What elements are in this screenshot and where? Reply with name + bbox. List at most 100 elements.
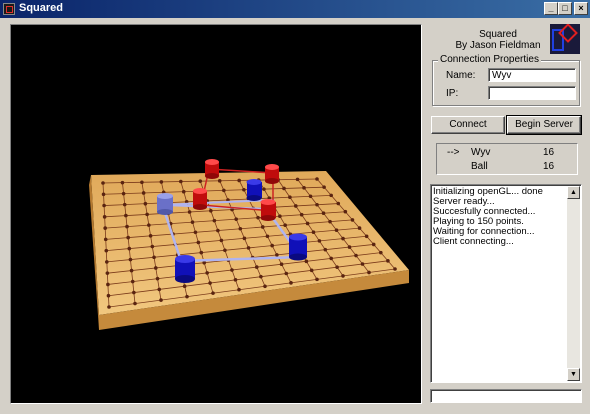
board-intersection[interactable] xyxy=(367,270,371,275)
board-intersection[interactable] xyxy=(315,177,319,181)
board-intersection[interactable] xyxy=(103,237,108,242)
board-intersection[interactable] xyxy=(196,240,201,245)
board-intersection[interactable] xyxy=(386,259,390,263)
board-intersection[interactable] xyxy=(152,255,156,260)
board-intersection[interactable] xyxy=(364,234,369,239)
board-intersection[interactable] xyxy=(219,238,224,243)
board-intersection[interactable] xyxy=(128,257,133,262)
board-intersection[interactable] xyxy=(211,291,215,295)
board-intersection[interactable] xyxy=(182,284,187,289)
board-intersection[interactable] xyxy=(198,179,203,183)
board-intersection[interactable] xyxy=(122,202,127,207)
board-intersection[interactable] xyxy=(217,179,222,183)
board-intersection[interactable] xyxy=(279,262,284,267)
board-intersection[interactable] xyxy=(379,250,383,255)
board-intersection[interactable] xyxy=(129,268,134,273)
board-intersection[interactable] xyxy=(107,305,111,309)
board-intersection[interactable] xyxy=(190,220,195,224)
blue-piece-light[interactable] xyxy=(157,193,173,215)
blue-piece[interactable] xyxy=(289,233,307,261)
board-intersection[interactable] xyxy=(256,215,260,220)
board-intersection[interactable] xyxy=(305,221,310,226)
board-intersection[interactable] xyxy=(102,203,106,208)
board-intersection[interactable] xyxy=(336,201,341,206)
board-intersection[interactable] xyxy=(393,267,397,271)
message-log[interactable]: Initializing openGL... done Server ready… xyxy=(430,184,582,383)
board-intersection[interactable] xyxy=(309,268,314,273)
board-intersection[interactable] xyxy=(259,274,263,279)
board-intersection[interactable] xyxy=(179,179,183,184)
board-intersection[interactable] xyxy=(159,180,164,184)
board-intersection[interactable] xyxy=(120,180,125,185)
board-intersection[interactable] xyxy=(155,276,160,281)
board-intersection[interactable] xyxy=(104,248,109,253)
red-piece[interactable] xyxy=(193,188,207,210)
board-intersection[interactable] xyxy=(105,260,109,264)
board-intersection[interactable] xyxy=(187,210,192,214)
board-intersection[interactable] xyxy=(237,287,241,292)
board-intersection[interactable] xyxy=(360,262,365,266)
board-intersection[interactable] xyxy=(157,287,162,292)
minimize-button[interactable]: _ xyxy=(544,2,558,15)
board-intersection[interactable] xyxy=(102,215,107,219)
board-intersection[interactable] xyxy=(283,223,287,228)
board-intersection[interactable] xyxy=(246,246,251,250)
begin-server-button[interactable]: Begin Server xyxy=(506,115,582,135)
board-intersection[interactable] xyxy=(284,271,289,276)
board-intersection[interactable] xyxy=(106,293,111,298)
board-intersection[interactable] xyxy=(237,178,241,183)
board-intersection[interactable] xyxy=(150,244,155,249)
board-intersection[interactable] xyxy=(125,224,129,229)
board-intersection[interactable] xyxy=(208,281,212,285)
maximize-button[interactable]: □ xyxy=(558,2,572,15)
board-intersection[interactable] xyxy=(130,279,135,284)
board-intersection[interactable] xyxy=(322,185,326,189)
board-intersection[interactable] xyxy=(293,204,298,208)
board-intersection[interactable] xyxy=(205,271,209,275)
log-scrollbar[interactable]: ▲ ▼ xyxy=(567,186,580,381)
board-intersection[interactable] xyxy=(254,265,259,269)
board-intersection[interactable] xyxy=(270,243,274,248)
board-intersection[interactable] xyxy=(317,239,322,243)
board-intersection[interactable] xyxy=(299,212,304,217)
board-intersection[interactable] xyxy=(216,228,220,233)
board-intersection[interactable] xyxy=(289,281,293,285)
down-arrow-icon[interactable]: ▼ xyxy=(567,368,580,381)
board-intersection[interactable] xyxy=(265,234,270,239)
ip-field[interactable] xyxy=(488,86,576,100)
board-intersection[interactable] xyxy=(238,226,243,231)
close-button[interactable]: × xyxy=(574,2,588,15)
board-intersection[interactable] xyxy=(242,187,246,192)
board-intersection[interactable] xyxy=(328,219,332,224)
board-intersection[interactable] xyxy=(233,278,238,282)
board-intersection[interactable] xyxy=(193,230,198,235)
board-intersection[interactable] xyxy=(315,277,319,282)
board-intersection[interactable] xyxy=(311,230,316,234)
name-field[interactable] xyxy=(488,68,576,82)
board-intersection[interactable] xyxy=(148,234,153,238)
game-viewport[interactable] xyxy=(10,24,422,404)
board-intersection[interactable] xyxy=(335,265,339,269)
board-intersection[interactable] xyxy=(132,290,136,295)
board-intersection[interactable] xyxy=(209,208,213,213)
board-intersection[interactable] xyxy=(106,282,110,287)
board-intersection[interactable] xyxy=(124,213,128,218)
connect-button[interactable]: Connect xyxy=(431,116,505,134)
board-intersection[interactable] xyxy=(223,248,227,253)
board-intersection[interactable] xyxy=(234,217,238,221)
board-intersection[interactable] xyxy=(329,256,333,261)
board-intersection[interactable] xyxy=(101,192,106,197)
board-intersection[interactable] xyxy=(354,253,358,258)
app-icon[interactable] xyxy=(3,3,15,15)
board-intersection[interactable] xyxy=(159,298,163,302)
red-piece[interactable] xyxy=(265,164,279,184)
board-intersection[interactable] xyxy=(282,186,286,191)
board-intersection[interactable] xyxy=(140,180,144,185)
board-intersection[interactable] xyxy=(260,225,265,229)
board-intersection[interactable] xyxy=(263,284,267,289)
board-intersection[interactable] xyxy=(350,218,355,222)
blue-piece[interactable] xyxy=(175,255,195,283)
board-intersection[interactable] xyxy=(141,191,146,195)
board-intersection[interactable] xyxy=(199,250,204,255)
board-intersection[interactable] xyxy=(321,211,326,216)
